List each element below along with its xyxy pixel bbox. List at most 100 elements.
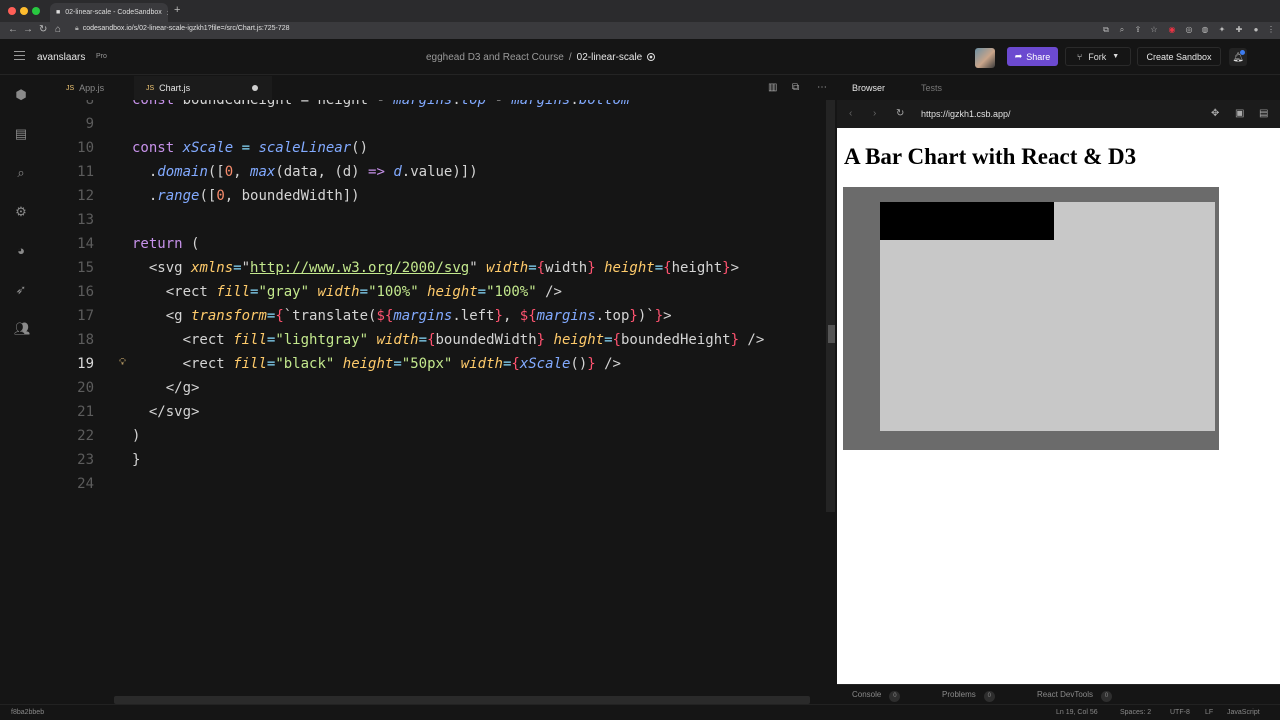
avatar[interactable] <box>975 48 995 68</box>
close-window-button[interactable] <box>8 7 16 15</box>
unsaved-dot-icon[interactable] <box>252 85 258 91</box>
extension-icon[interactable]: ✦ <box>1217 25 1227 35</box>
code-line[interactable]: 20 </g> <box>42 376 837 400</box>
code-line[interactable]: 13 <box>42 208 837 232</box>
github-icon[interactable]: ◕ <box>14 244 28 258</box>
home-icon[interactable]: ⌂ <box>55 24 61 35</box>
editor-horizontal-scrollbar[interactable] <box>114 696 810 704</box>
lightbulb-icon[interactable]: 💡︎ <box>119 357 126 368</box>
bookmark-star-icon[interactable]: ☆ <box>1149 25 1159 35</box>
code-token: " <box>241 260 251 276</box>
forward-icon[interactable]: → <box>23 24 33 35</box>
indentation[interactable]: Spaces: 2 <box>1120 709 1151 716</box>
scroll-thumb[interactable] <box>828 325 835 343</box>
new-tab-button[interactable]: + <box>174 4 180 16</box>
tab-chart-js[interactable]: JS Chart.js <box>134 76 272 100</box>
maximize-window-button[interactable] <box>32 7 40 15</box>
gear-icon[interactable]: ⚙ <box>14 205 28 219</box>
install-icon[interactable]: ⧉ <box>1101 25 1111 35</box>
code-token: height <box>342 356 394 372</box>
code-editor[interactable]: 8 const boundedHeight = height - margins.… <box>42 100 837 704</box>
code-text: return ( <box>132 232 199 256</box>
file-explorer-icon[interactable]: ▤ <box>14 127 28 141</box>
code-line[interactable]: 10 const xScale = scaleLinear() <box>42 136 837 160</box>
create-sandbox-button[interactable]: Create Sandbox <box>1137 47 1221 66</box>
line-ending[interactable]: LF <box>1205 709 1213 716</box>
live-users-icon[interactable]: 👥︎ <box>14 322 31 336</box>
code-line[interactable]: 16 <rect fill="gray" width="100%" height… <box>42 280 837 304</box>
extension-icon[interactable]: ◎ <box>1184 25 1194 35</box>
preview-back-icon[interactable]: ‹ <box>849 108 852 119</box>
react-devtools-tab[interactable]: React DevTools 0 <box>1037 690 1113 702</box>
code-token: boundedWidth <box>435 332 537 348</box>
code-line[interactable]: 21 </svg> <box>42 400 837 424</box>
code-line[interactable]: 17 <g transform={`translate(${margins.le… <box>42 304 837 328</box>
line-number: 21 <box>77 404 94 420</box>
code-line[interactable]: 12 .range([0, boundedWidth]) <box>42 184 837 208</box>
console-tab[interactable]: Console 0 <box>852 690 901 702</box>
extension-icon[interactable]: ◉ <box>1167 25 1177 35</box>
cube-icon[interactable]: ⬢ <box>14 88 28 102</box>
open-preview-icon[interactable]: ⧉ <box>792 82 799 93</box>
browser-menu-icon[interactable]: ⋮ <box>1266 25 1276 35</box>
code-line[interactable]: 19 💡︎ <rect fill="black" height="50px" wi… <box>42 352 837 376</box>
menu-icon[interactable] <box>14 51 25 60</box>
code-line[interactable]: 23} <box>42 448 837 472</box>
rocket-deploy-icon[interactable]: ➶ <box>14 283 28 297</box>
more-options-icon[interactable]: ⋯ <box>817 82 827 93</box>
code-token: width <box>317 284 360 300</box>
breadcrumb-current[interactable]: 02-linear-scale <box>577 52 643 63</box>
address-bar[interactable]: 🔒︎ codesandbox.io/s/02-linear-scale-igzkh… <box>75 25 290 33</box>
preview-refresh-icon[interactable]: ↻ <box>896 108 904 119</box>
language-mode[interactable]: JavaScript <box>1227 709 1260 716</box>
code-text: <rect fill="lightgray" width={boundedWid… <box>132 328 765 352</box>
code-line[interactable]: 15 <svg xmlns="http://www.w3.org/2000/sv… <box>42 256 837 280</box>
tab-browser[interactable]: Browser <box>852 83 885 93</box>
code-line[interactable]: 22) <box>42 424 837 448</box>
extensions-puzzle-icon[interactable]: ✚ <box>1234 25 1244 35</box>
tab-app-js[interactable]: JS App.js <box>54 76 134 100</box>
tab-close-icon[interactable]: × <box>167 8 168 18</box>
share-button[interactable]: ➦ Share <box>1007 47 1058 66</box>
share-page-icon[interactable]: ⇪ <box>1133 25 1143 35</box>
code-token: } <box>536 332 546 348</box>
code-line[interactable]: 24 <box>42 472 837 496</box>
username[interactable]: avanslaars <box>37 52 85 63</box>
cursor-position[interactable]: Ln 19, Col 56 <box>1056 709 1098 716</box>
browser-tab-bar: ■ 02-linear-scale - CodeSandbox × + <box>0 0 1280 22</box>
preview-forward-icon[interactable]: › <box>873 108 876 119</box>
commit-hash[interactable]: f8ba2bbeb <box>11 709 44 716</box>
code-line[interactable]: 9 <box>42 112 837 136</box>
responsive-view-icon[interactable]: ✥ <box>1211 108 1219 119</box>
encoding[interactable]: UTF-8 <box>1170 709 1190 716</box>
open-new-window-icon[interactable]: ▣ <box>1235 108 1244 119</box>
editor-vertical-scrollbar[interactable] <box>826 100 835 512</box>
back-icon[interactable]: ← <box>8 24 18 35</box>
line-number: 18 <box>77 332 94 348</box>
search-icon[interactable]: ⌕ <box>14 166 28 180</box>
reload-icon[interactable]: ↻ <box>39 24 47 35</box>
layout-toggle-icon[interactable]: ▤ <box>1259 108 1268 119</box>
breadcrumb-parent[interactable]: egghead D3 and React Course <box>426 52 564 63</box>
code-token: boundedHeight <box>620 332 731 348</box>
code-line[interactable]: 8 const boundedHeight = height - margins.… <box>42 100 837 112</box>
fork-button[interactable]: ⑂ Fork ▼ <box>1065 47 1131 66</box>
profile-icon[interactable]: ● <box>1251 25 1261 35</box>
tab-tests[interactable]: Tests <box>921 83 942 93</box>
page-heading: A Bar Chart with React & D3 <box>844 144 1137 169</box>
zoom-icon[interactable]: ⌕ <box>1117 25 1127 35</box>
preview-url-input[interactable]: https://igzkh1.csb.app/ <box>921 109 1011 119</box>
js-file-icon: JS <box>146 84 155 92</box>
code-line[interactable]: 14 return ( <box>42 232 837 256</box>
line-number: 9 <box>85 116 94 132</box>
split-editor-icon[interactable]: ▥ <box>768 82 777 93</box>
problems-tab[interactable]: Problems 0 <box>942 690 995 702</box>
code-line[interactable]: 11 .domain([0, max(data, (d) => d.value)… <box>42 160 837 184</box>
code-line[interactable]: 18 <rect fill="lightgray" width={bounded… <box>42 328 837 352</box>
minimize-window-button[interactable] <box>20 7 28 15</box>
notifications-bell-icon[interactable]: 🔔︎ <box>1229 48 1247 66</box>
browser-tab[interactable]: ■ 02-linear-scale - CodeSandbox × <box>50 3 168 22</box>
extension-icon[interactable]: ◍ <box>1200 25 1210 35</box>
